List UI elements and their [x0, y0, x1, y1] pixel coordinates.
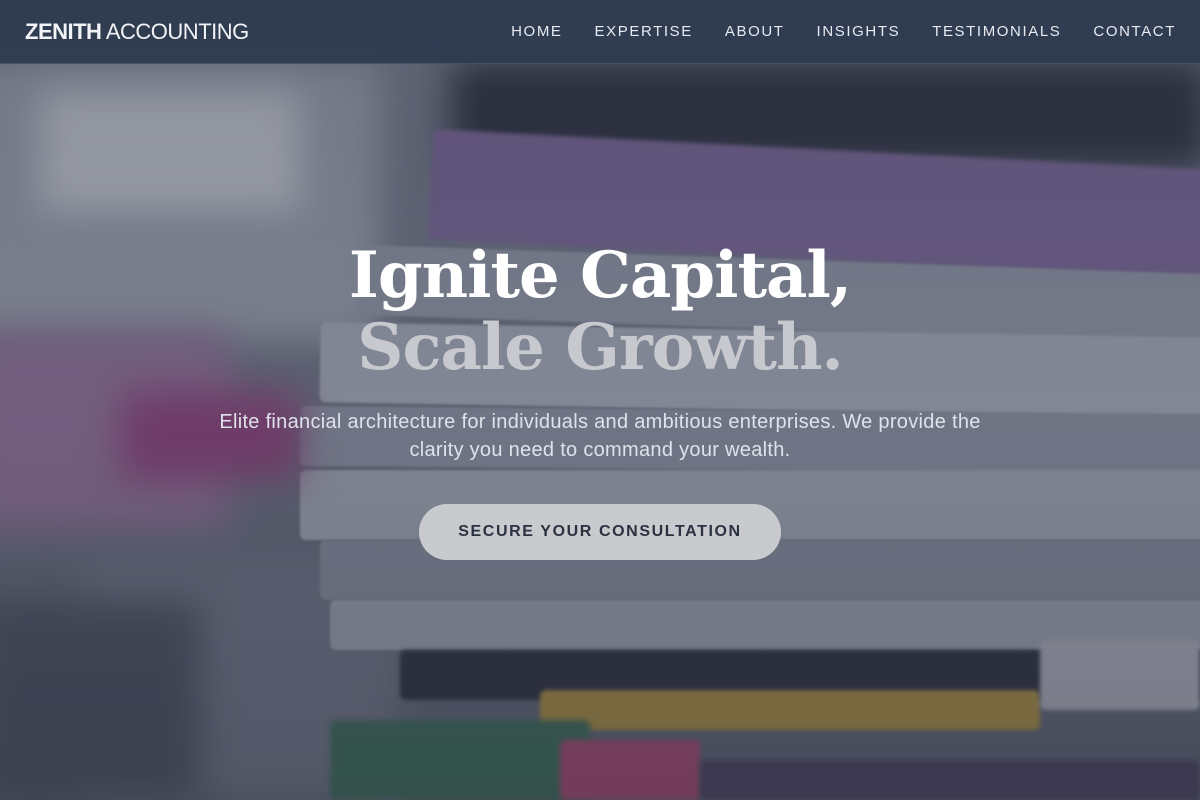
hero-section: Ignite Capital, Scale Growth. Elite fina…	[0, 64, 1200, 800]
top-navbar: ZENITH ACCOUNTING HOME EXPERTISE ABOUT I…	[0, 0, 1200, 64]
nav-link-insights[interactable]: INSIGHTS	[817, 23, 901, 40]
hero-title: Ignite Capital, Scale Growth.	[0, 240, 1200, 384]
main-menu: HOME EXPERTISE ABOUT INSIGHTS TESTIMONIA…	[511, 23, 1176, 40]
brand-name-bold: ZENITH	[25, 18, 102, 44]
nav-link-about[interactable]: ABOUT	[725, 23, 785, 40]
hero-title-line-1: Ignite Capital,	[348, 238, 852, 313]
hero-title-line-2: Scale Growth.	[357, 310, 844, 385]
nav-link-testimonials[interactable]: TESTIMONIALS	[932, 23, 1061, 40]
nav-link-home[interactable]: HOME	[511, 23, 562, 40]
secure-consultation-button[interactable]: SECURE YOUR CONSULTATION	[419, 504, 781, 560]
nav-link-contact[interactable]: CONTACT	[1093, 23, 1176, 40]
brand-name-light: ACCOUNTING	[101, 18, 249, 44]
nav-link-expertise[interactable]: EXPERTISE	[595, 23, 693, 40]
brand-logo[interactable]: ZENITH ACCOUNTING	[25, 19, 249, 45]
hero-subtitle: Elite financial architecture for individ…	[219, 411, 981, 461]
